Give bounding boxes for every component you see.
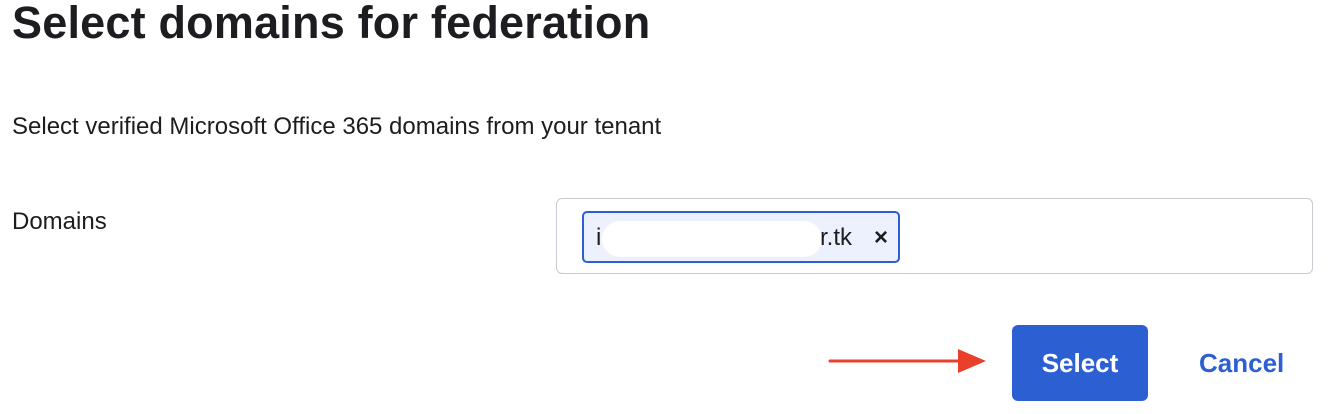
federation-domain-dialog: Select domains for federation Select ver… (0, 0, 1330, 414)
redaction-mask (602, 221, 822, 257)
select-button[interactable]: Select (1012, 325, 1148, 401)
domain-chip[interactable]: i r.tk × (582, 211, 900, 263)
cancel-link[interactable]: Cancel (1199, 348, 1284, 378)
domains-label: Domains (12, 208, 107, 235)
page-title: Select domains for federation (12, 0, 651, 48)
domains-multiselect-input[interactable]: i r.tk × (556, 198, 1313, 274)
domain-chip-suffix: r.tk (820, 224, 853, 251)
close-icon[interactable]: × (870, 225, 892, 251)
arrow-right-icon (828, 349, 986, 373)
domain-chip-prefix: i (596, 224, 602, 251)
dialog-description: Select verified Microsoft Office 365 dom… (12, 113, 662, 140)
